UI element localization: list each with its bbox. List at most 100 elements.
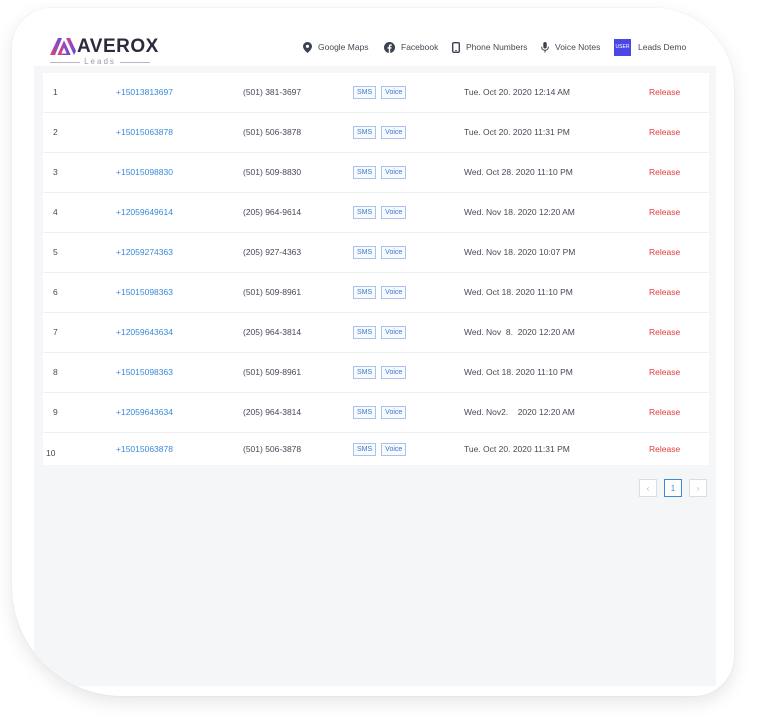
logo-mark-icon	[50, 38, 76, 55]
microphone-icon	[541, 41, 549, 52]
release-link[interactable]: Release	[649, 353, 680, 392]
sms-tag: SMS	[353, 246, 377, 259]
release-link[interactable]: Release	[649, 193, 680, 232]
purchase-date: Wed. Nov 8. 2020 12:20 AM	[464, 327, 575, 337]
nav-google-maps[interactable]: Google Maps	[303, 37, 369, 57]
table-row: 10 +15015063878 (501) 506-3878 SMS Voice…	[43, 433, 709, 465]
app-frame: AVEROX Leads Google Maps Facebook Phone …	[12, 8, 734, 696]
nav-facebook[interactable]: Facebook	[384, 37, 438, 57]
purchase-date: Wed. Oct 18. 2020 11:10 PM	[464, 367, 573, 377]
voice-tag: Voice	[381, 442, 407, 456]
row-index: 4	[53, 207, 58, 217]
nav-phone-numbers[interactable]: Phone Numbers	[452, 37, 527, 57]
voice-tag: Voice	[381, 406, 407, 419]
purchase-date: Wed. Nov2. 2020 12:20 AM	[464, 407, 575, 417]
capability-tags: SMS Voice	[353, 73, 411, 112]
formatted-number: (501) 509-8830	[243, 167, 302, 177]
pagination: ‹ 1 ›	[639, 479, 714, 497]
phone-number-link[interactable]: +12059643634	[116, 313, 173, 352]
user-avatar: USER	[614, 38, 631, 56]
logo-text: AVEROX	[77, 36, 159, 57]
release-link[interactable]: Release	[649, 233, 680, 272]
table-row: 2 +15015063878 (501) 506-3878 SMS Voice …	[43, 113, 709, 153]
formatted-number: (501) 509-8961	[243, 287, 302, 297]
phone-number-link[interactable]: +15015063878	[116, 433, 173, 465]
capability-tags: SMS Voice	[353, 353, 411, 392]
sms-tag: SMS	[353, 126, 377, 139]
voice-tag: Voice	[381, 166, 407, 179]
table-row: 6 +15015098363 (501) 509-8961 SMS Voice …	[43, 273, 709, 313]
nav-label: Phone Numbers	[466, 42, 528, 52]
voice-tag: Voice	[381, 366, 407, 379]
row-index: 9	[53, 407, 58, 417]
table-row: 7 +12059643634 (205) 964-3814 SMS Voice …	[43, 313, 709, 353]
voice-tag: Voice	[381, 206, 407, 219]
averox-logo[interactable]: AVEROX Leads	[50, 36, 165, 66]
formatted-number: (501) 506-3878	[243, 127, 302, 137]
row-index: 3	[53, 167, 58, 177]
purchase-date: Wed. Oct 28. 2020 11:10 PM	[464, 167, 573, 177]
capability-tags: SMS Voice	[353, 113, 411, 152]
formatted-number: (501) 506-3878	[243, 444, 302, 454]
formatted-number: (205) 927-4363	[243, 247, 302, 257]
table-row: 9 +12059643634 (205) 964-3814 SMS Voice …	[43, 393, 709, 433]
release-link[interactable]: Release	[649, 113, 680, 152]
row-index: 7	[53, 327, 58, 337]
release-link[interactable]: Release	[649, 273, 680, 312]
capability-tags: SMS Voice	[353, 193, 411, 232]
phone-number-link[interactable]: +15015098363	[116, 353, 173, 392]
sms-tag: SMS	[353, 442, 377, 456]
phone-number-link[interactable]: +12059649614	[116, 193, 173, 232]
phone-number-link[interactable]: +15013813697	[116, 73, 173, 112]
voice-tag: Voice	[381, 326, 407, 339]
row-index: 1	[53, 87, 58, 97]
nav-voice-notes[interactable]: Voice Notes	[541, 37, 600, 57]
release-link[interactable]: Release	[649, 73, 680, 112]
phone-number-link[interactable]: +12059274363	[116, 233, 173, 272]
formatted-number: (205) 964-9614	[243, 207, 302, 217]
phone-number-link[interactable]: +12059643634	[116, 393, 173, 432]
row-index: 6	[53, 287, 58, 297]
row-index: 10	[46, 448, 56, 458]
purchase-date: Wed. Nov 18. 2020 10:07 PM	[464, 247, 576, 257]
capability-tags: SMS Voice	[353, 233, 411, 272]
formatted-number: (205) 964-3814	[243, 327, 302, 337]
user-menu[interactable]: USER Leads Demo	[614, 37, 686, 57]
phone-number-link[interactable]: +15015098830	[116, 153, 173, 192]
purchase-date: Wed. Oct 18. 2020 11:10 PM	[464, 287, 573, 297]
purchase-date: Tue. Oct 20. 2020 11:31 PM	[464, 444, 570, 454]
phone-number-link[interactable]: +15015063878	[116, 113, 173, 152]
phone-numbers-table: 1 +15013813697 (501) 381-3697 SMS Voice …	[43, 73, 709, 465]
page-button-current[interactable]: 1	[664, 479, 682, 497]
capability-tags: SMS Voice	[353, 393, 411, 432]
table-row: 5 +12059274363 (205) 927-4363 SMS Voice …	[43, 233, 709, 273]
sms-tag: SMS	[353, 366, 377, 379]
phone-number-link[interactable]: +15015098363	[116, 273, 173, 312]
phone-icon	[452, 41, 460, 53]
purchase-date: Wed. Nov 18. 2020 12:20 AM	[464, 207, 575, 217]
prev-page-button[interactable]: ‹	[639, 479, 657, 497]
table-row: 4 +12059649614 (205) 964-9614 SMS Voice …	[43, 193, 709, 233]
release-link[interactable]: Release	[649, 313, 680, 352]
capability-tags: SMS Voice	[353, 273, 411, 312]
sms-tag: SMS	[353, 86, 377, 99]
release-link[interactable]: Release	[649, 393, 680, 432]
sms-tag: SMS	[353, 406, 377, 419]
purchase-date: Tue. Oct 20. 2020 12:14 AM	[464, 87, 571, 97]
map-pin-icon	[303, 41, 312, 53]
sms-tag: SMS	[353, 286, 377, 299]
release-link[interactable]: Release	[649, 433, 680, 465]
formatted-number: (501) 509-8961	[243, 367, 302, 377]
nav-label: Facebook	[401, 42, 439, 52]
release-link[interactable]: Release	[649, 153, 680, 192]
user-name: Leads Demo	[638, 42, 687, 52]
voice-tag: Voice	[381, 86, 407, 99]
row-index: 5	[53, 247, 58, 257]
voice-tag: Voice	[381, 286, 407, 299]
nav-label: Voice Notes	[555, 42, 601, 52]
capability-tags: SMS Voice	[353, 153, 411, 192]
voice-tag: Voice	[381, 126, 407, 139]
row-index: 2	[53, 127, 58, 137]
next-page-button[interactable]: ›	[689, 479, 707, 497]
formatted-number: (501) 381-3697	[243, 87, 302, 97]
